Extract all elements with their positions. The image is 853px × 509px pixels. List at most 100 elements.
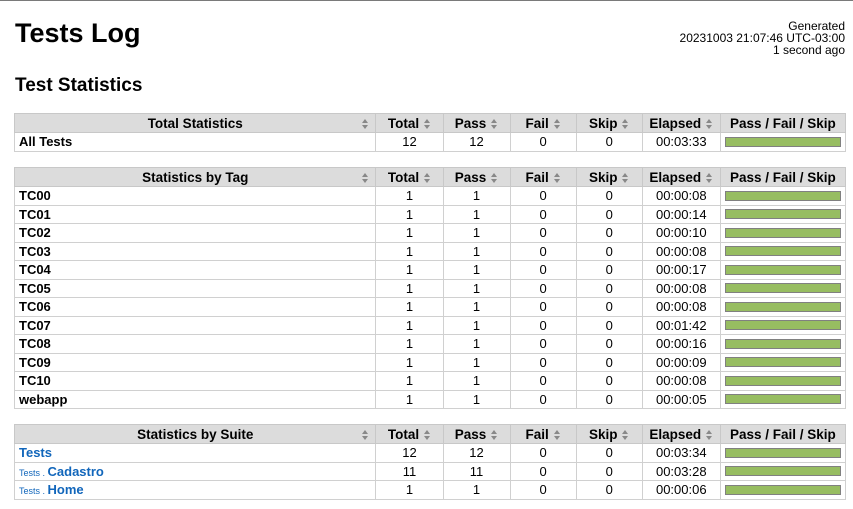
column-header-label: Fail [525,115,549,131]
column-header-skip[interactable]: Skip [575,424,643,444]
cell-elapsed: 00:01:42 [641,315,721,335]
suite-link[interactable]: Cadastro [48,464,104,479]
suite-parent-link[interactable]: Tests . [19,468,48,478]
sort-arrows-icon[interactable] [491,172,498,183]
sort-arrows-icon[interactable] [622,429,629,440]
row-name-cell: TC02 [13,223,377,243]
cell-graph [719,443,847,463]
table-row: TC06 1 1 0 0 00:00:08 [13,297,847,317]
cell-elapsed: 00:00:09 [641,352,721,372]
column-header-fail[interactable]: Fail [509,424,577,444]
sort-arrows-icon[interactable] [706,429,713,440]
column-header-pass[interactable]: Pass [442,167,511,187]
row-name-cell: TC07 [13,315,377,335]
column-header-elapsed[interactable]: Elapsed [641,167,721,187]
cell-fail: 0 [509,461,577,481]
column-header-name[interactable]: Statistics by Tag [13,167,377,187]
column-header-pass[interactable]: Pass [442,113,511,133]
sort-arrows-icon[interactable] [706,118,713,129]
cell-total: 1 [375,260,444,280]
pass-bar [724,190,841,201]
cell-fail: 0 [509,186,577,206]
table-row: Tests . Home 1 1 0 0 00:00:06 [13,480,847,500]
sort-arrows-icon[interactable] [424,172,431,183]
sort-arrows-icon[interactable] [362,430,369,440]
suite-parent-link[interactable]: Tests . [19,486,48,496]
column-header-fail[interactable]: Fail [509,167,577,187]
column-header-name[interactable]: Total Statistics [13,113,377,133]
cell-graph [719,186,847,206]
cell-skip: 0 [575,480,643,500]
cell-fail: 0 [509,480,577,500]
sort-arrows-icon[interactable] [424,118,431,129]
sort-arrows-icon[interactable] [553,429,561,440]
sort-arrows-icon[interactable] [553,172,561,183]
cell-pass: 1 [442,223,511,243]
cell-skip: 0 [575,461,643,481]
column-header-label: Elapsed [649,169,702,185]
column-header-total[interactable]: Total [375,113,444,133]
row-name-cell[interactable]: Tests . Cadastro [13,461,377,481]
sort-arrows-icon[interactable] [706,172,713,183]
generated-ago: 1 second ago [772,43,845,57]
pass-bar [724,338,841,349]
cell-elapsed: 00:03:34 [641,443,721,463]
pass-bar [724,394,841,405]
sort-arrows-icon[interactable] [491,118,498,129]
column-header-label: Total [387,115,420,131]
column-header-total[interactable]: Total [375,167,444,187]
column-header-name[interactable]: Statistics by Suite [13,424,377,444]
cell-elapsed: 00:00:17 [641,260,721,280]
sort-arrows-icon[interactable] [424,429,431,440]
cell-elapsed: 00:00:06 [641,480,721,500]
cell-pass: 1 [442,260,511,280]
cell-fail: 0 [509,443,577,463]
table-row: webapp 1 1 0 0 00:00:05 [13,389,847,409]
column-header-label: Elapsed [649,426,702,442]
suite-link[interactable]: Tests [19,445,52,460]
column-header-total[interactable]: Total [375,424,444,444]
column-header-pass[interactable]: Pass [442,424,511,444]
cell-fail: 0 [509,241,577,261]
row-name-cell[interactable]: Tests . Home [13,480,377,500]
cell-elapsed: 00:03:28 [641,461,721,481]
pass-bar [724,209,841,220]
sort-arrows-icon[interactable] [491,429,498,440]
cell-total: 1 [375,334,444,354]
row-name-cell[interactable]: Tests [13,443,377,463]
sort-arrows-icon[interactable] [622,118,629,129]
table-row: TC09 1 1 0 0 00:00:09 [13,352,847,372]
cell-skip: 0 [575,371,643,391]
cell-pass: 1 [442,278,511,298]
cell-total: 1 [375,278,444,298]
cell-fail: 0 [509,352,577,372]
cell-pass: 1 [442,186,511,206]
cell-skip: 0 [575,223,643,243]
column-header-skip[interactable]: Skip [575,113,643,133]
cell-skip: 0 [575,204,643,224]
pass-bar [724,264,841,275]
sort-arrows-icon[interactable] [622,172,629,183]
cell-graph [719,352,847,372]
cell-graph [719,371,847,391]
cell-elapsed: 00:03:33 [641,132,721,152]
pass-bar [724,375,841,386]
table-row: TC00 1 1 0 0 00:00:08 [13,186,847,206]
sort-arrows-icon[interactable] [553,118,561,129]
table-row: Tests 12 12 0 0 00:03:34 [13,443,847,463]
cell-total: 12 [375,132,444,152]
cell-skip: 0 [575,334,643,354]
cell-elapsed: 00:00:08 [641,241,721,261]
cell-pass: 1 [442,371,511,391]
suite-link[interactable]: Home [48,482,84,497]
cell-graph [719,204,847,224]
column-header-elapsed[interactable]: Elapsed [641,113,721,133]
sort-arrows-icon[interactable] [362,119,369,129]
column-header-skip[interactable]: Skip [575,167,643,187]
column-header-label: Statistics by Tag [142,169,249,185]
sort-arrows-icon[interactable] [362,173,369,183]
column-header-elapsed[interactable]: Elapsed [641,424,721,444]
column-header-fail[interactable]: Fail [509,113,577,133]
cell-pass: 1 [442,389,511,409]
table-row: TC01 1 1 0 0 00:00:14 [13,204,847,224]
